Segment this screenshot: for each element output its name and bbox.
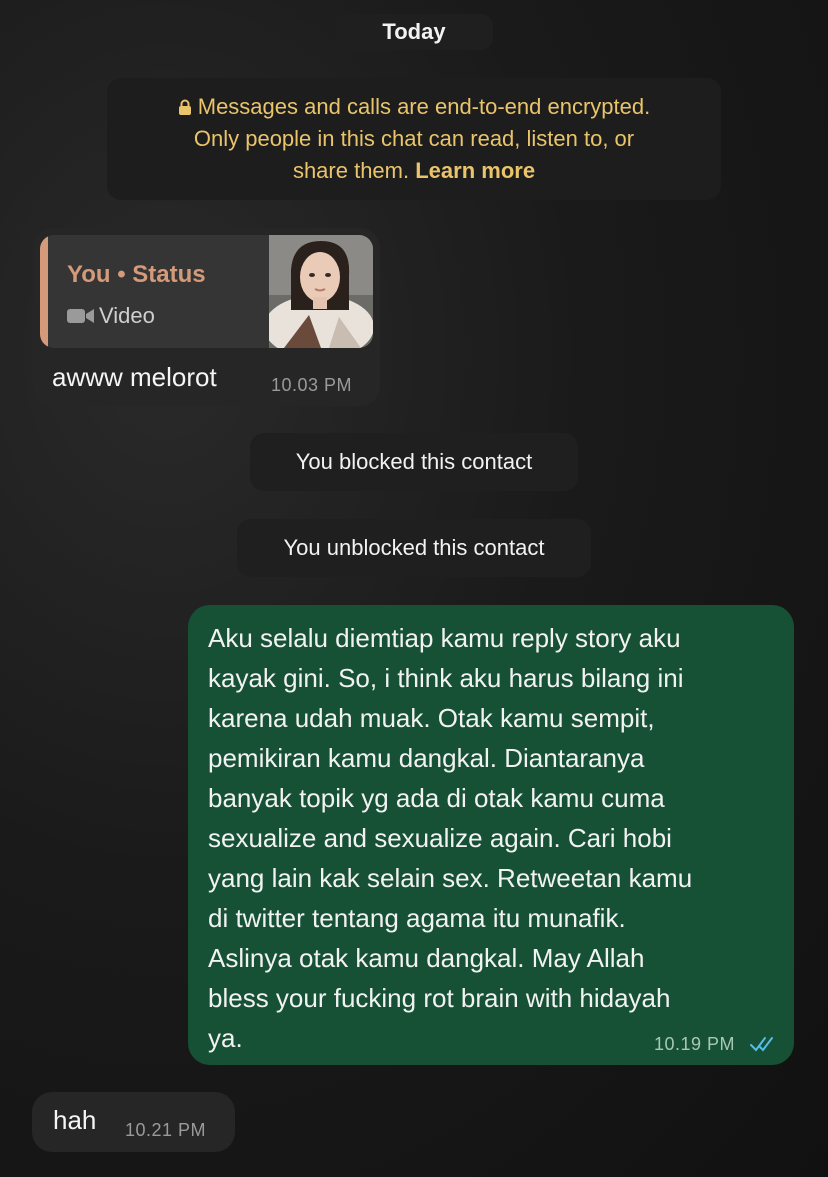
encryption-line-1: Messages and calls are end-to-end encryp… [107,91,721,123]
message-text: hah [53,1105,97,1135]
video-icon [67,309,94,323]
quote-type-label: Video [99,303,155,328]
system-message-blocked: You blocked this contact [250,433,578,491]
lock-icon [178,99,191,115]
quote-title: You • Status [67,261,206,288]
encryption-text-3: share them. [292,158,410,183]
system-message-unblocked: You unblocked this contact [237,519,591,577]
encryption-line-3: share them. Learn more [107,155,721,187]
quoted-status[interactable]: You • Status Video [40,235,373,348]
encryption-notice[interactable]: Messages and calls are end-to-end encryp… [107,78,721,200]
encryption-text-1: Messages and calls are end-to-end encryp… [197,94,651,119]
learn-more-link[interactable]: Learn more [415,158,535,183]
outgoing-message-bubble[interactable]: Aku selalu diemtiap kamu reply story aku… [188,605,794,1065]
status-thumbnail[interactable] [269,235,373,348]
incoming-message-bubble[interactable]: hah 10.21 PM [32,1092,235,1152]
message-time: 10.19 PM [654,1034,736,1054]
encryption-line-2: Only people in this chat can read, liste… [193,126,635,151]
message-time: 10.21 PM [125,1120,207,1140]
message-text: Aku selalu diemtiap kamu reply story aku… [208,623,693,1053]
quote-subtitle: Video [67,303,155,329]
incoming-message-bubble[interactable]: You • Status Video awww melorot 10.03 PM [33,228,380,406]
message-text: awww melorot [52,362,217,392]
quote-accent-bar [40,235,48,348]
date-separator: Today [335,14,493,50]
message-time: 10.03 PM [271,375,353,395]
double-check-icon [750,1037,773,1052]
